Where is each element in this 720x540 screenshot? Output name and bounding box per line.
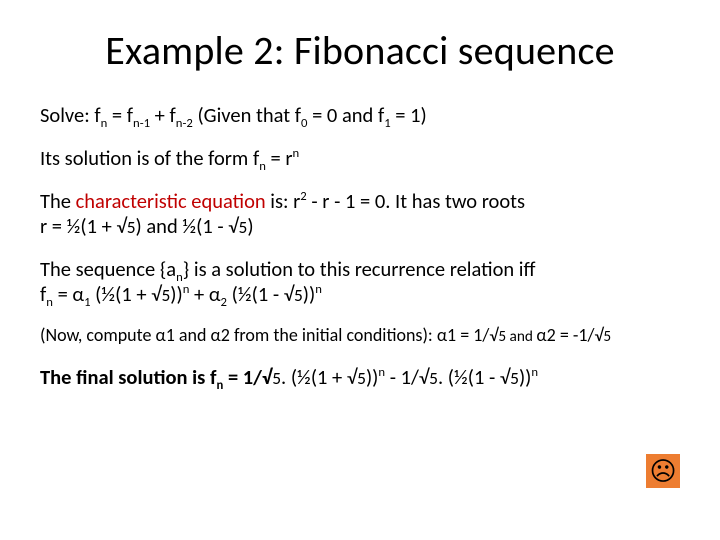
text: )) [170, 281, 182, 307]
text: 5 [294, 284, 303, 306]
text: 5 [272, 367, 281, 389]
superscript: n [531, 365, 538, 380]
text: (½(1 - √ [227, 281, 294, 307]
text: } is a solution to this recurrence relat… [183, 256, 536, 282]
line-compute: (Now, compute α1 and α2 from the initial… [40, 325, 680, 347]
text: (Given that f [197, 102, 301, 128]
line-form: Its solution is of the form fn = rn [40, 146, 680, 171]
text: 1 = 1/√ [447, 324, 498, 346]
text-bold: = 1/√ [223, 364, 272, 390]
text-bold: The final solution is f [40, 364, 216, 390]
text: and [506, 327, 536, 346]
text: = α [53, 281, 84, 307]
text: 5 [161, 284, 170, 306]
text: ) [247, 213, 253, 239]
superscript: n [293, 146, 300, 161]
sad-face-icon: ☹ [646, 454, 680, 488]
text: 1 and [166, 324, 211, 346]
text: r = ½(1 + √ [40, 213, 127, 239]
text: 5 [357, 367, 366, 389]
text: The sequence {a [40, 256, 176, 282]
text: α [156, 324, 166, 346]
subscript: n [46, 295, 53, 310]
text: - r - 1 = 0. It has two roots [307, 188, 525, 214]
text: is: r [266, 188, 301, 214]
subscript: n-2 [176, 116, 193, 131]
text: + α [189, 281, 220, 307]
line-characteristic: The characteristic equation is: r2 - r -… [40, 189, 680, 239]
text: ) and ½(1 - √ [136, 213, 239, 239]
subscript: n [259, 159, 266, 174]
text: )) [366, 364, 378, 390]
text: - 1/√ [385, 364, 429, 390]
text: 5 [239, 216, 248, 238]
text: (½(1 + √ [91, 281, 162, 307]
line-sequence: The sequence {an} is a solution to this … [40, 257, 680, 307]
subscript: n-1 [133, 116, 150, 131]
text: 5 [498, 327, 506, 346]
superscript: n [315, 282, 322, 297]
text: = f [107, 102, 133, 128]
slide-title: Example 2: Fibonacci sequence [40, 26, 680, 75]
text: α [211, 324, 221, 346]
text: 5 [510, 367, 519, 389]
text: = r [266, 145, 293, 171]
text: (Now, compute [40, 324, 156, 346]
slide: Example 2: Fibonacci sequence Solve: fn … [0, 0, 720, 540]
text: . (½(1 + √ [281, 364, 357, 390]
text: . (½(1 - √ [438, 364, 510, 390]
text: )) [303, 281, 315, 307]
text: = 1) [391, 102, 427, 128]
text: 5 [429, 367, 438, 389]
text-emphasis: characteristic equation [76, 188, 266, 214]
text: The [40, 188, 76, 214]
text: α [536, 324, 546, 346]
line-solve: Solve: fn = fn-1 + fn-2 (Given that f0 =… [40, 103, 680, 128]
text: 2 from the initial conditions): [221, 324, 437, 346]
slide-body: Solve: fn = fn-1 + fn-2 (Given that f0 =… [40, 103, 680, 390]
text: 5 [603, 327, 611, 346]
text: Its solution is of the form f [40, 145, 259, 171]
text: = 0 and f [307, 102, 384, 128]
text: 5 [127, 216, 136, 238]
text: α [437, 324, 447, 346]
text: Solve: [40, 102, 90, 128]
text: + f [150, 102, 176, 128]
line-final: The final solution is fn = 1/√5. (½(1 + … [40, 365, 680, 390]
text: 2 = -1/√ [547, 324, 604, 346]
text: )) [519, 364, 531, 390]
